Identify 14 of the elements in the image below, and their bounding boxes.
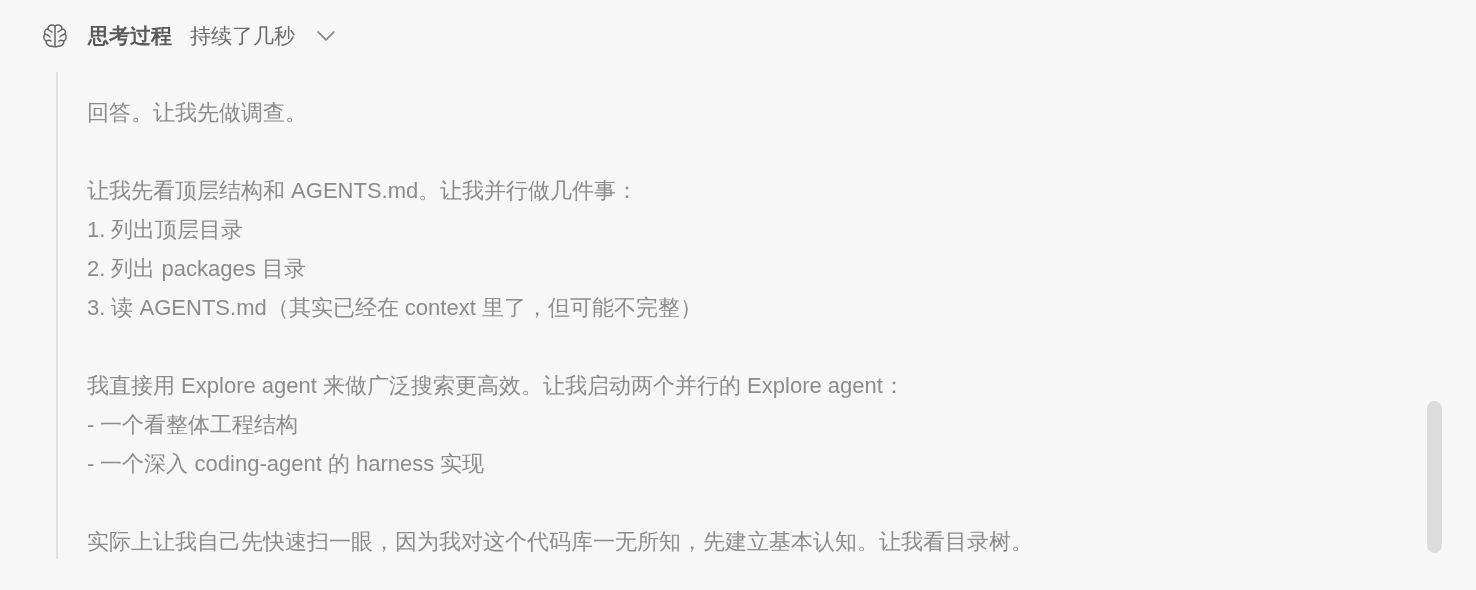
thought-line: 1. 列出顶层目录 (87, 216, 245, 244)
thought-line: 让我先看顶层结构和 AGENTS.md。让我并行做几件事： (87, 177, 640, 205)
thought-line: 3. 读 AGENTS.md（其实已经在 context 里了，但可能不完整） (87, 294, 703, 322)
scrollbar-thumb[interactable] (1427, 401, 1442, 553)
thought-line: 2. 列出 packages 目录 (87, 255, 307, 283)
thought-line: 我直接用 Explore agent 来做广泛搜索更高效。让我启动两个并行的 Explore agent： (87, 372, 906, 400)
thought-line: 实际上让我自己先快速扫一眼，因为我对这个代码库一无所知，先建立基本认知。让我看目录树。 (87, 528, 1034, 556)
thought-line: 回答。让我先做调查。 (87, 99, 308, 127)
duration-label: 持续了几秒 (190, 23, 295, 49)
brain-icon (41, 22, 69, 50)
thought-line: - 一个深入 coding-agent 的 harness 实现 (87, 450, 486, 478)
thinking-title: 思考过程 (88, 23, 172, 49)
thought-line: - 一个看整体工程结构 (87, 411, 300, 439)
chevron-icon[interactable] (317, 30, 335, 42)
